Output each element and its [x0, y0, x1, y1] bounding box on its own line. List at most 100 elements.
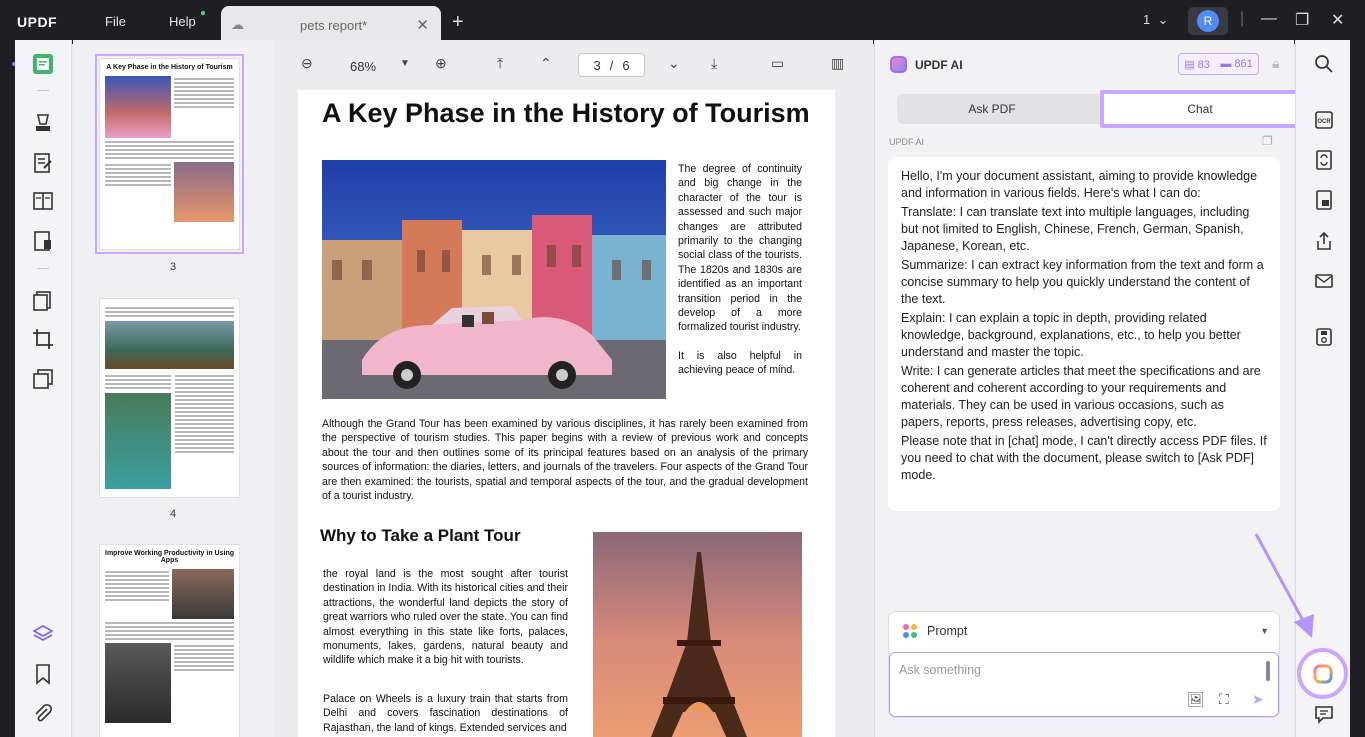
ai-message: Hello, I'm your document assistant, aimi… [888, 157, 1280, 511]
presentation-icon[interactable]: ▭ [771, 55, 784, 72]
organize-pages-icon[interactable] [32, 190, 54, 212]
havana-car-photo [322, 160, 666, 399]
thumbnail-label-4: 4 [169, 508, 177, 520]
share-icon[interactable] [1314, 231, 1334, 251]
attachment-icon[interactable] [32, 703, 54, 725]
document-toolbar: ⊖ 68% ▼ ⊕ ⤒ ⌃ 3/6 ⌄ ⤓ ▭ ▥ [273, 40, 873, 90]
first-page-icon[interactable]: ⤒ [497, 55, 503, 72]
ai-title: UPDF AI [915, 57, 963, 72]
separator [37, 90, 49, 91]
message-line: Explain: I can explain a topic in depth,… [901, 311, 1241, 359]
ai-mode-tabs: Ask PDF Chat [897, 90, 1300, 128]
screenshot-icon[interactable]: ⛶ [1219, 691, 1229, 708]
tab-title: pets report* [300, 17, 368, 33]
paragraph-main: Although the Grand Tour has been examine… [322, 418, 808, 503]
credits-badge[interactable]: ▤ 83 ▬ 861 [1178, 53, 1259, 75]
title-bar: UPDF File Help ☁ pets report* ✕ + 1 ⌄ R … [0, 0, 1365, 44]
pages-icon[interactable] [32, 290, 54, 312]
close-window-button[interactable]: ✕ [1331, 10, 1344, 30]
copy-icon[interactable]: ❐ [1262, 134, 1273, 148]
search-icon[interactable] [1314, 54, 1334, 74]
document-tab[interactable]: ☁ pets report* ✕ [221, 6, 441, 44]
chat-icon[interactable] [1314, 704, 1334, 724]
protect-icon[interactable] [1314, 190, 1334, 210]
document-viewer: ⊖ 68% ▼ ⊕ ⤒ ⌃ 3/6 ⌄ ⤓ ▭ ▥ A Key Phase in… [273, 40, 873, 737]
restore-button[interactable]: ❐ [1295, 10, 1309, 30]
tab-chat[interactable]: Chat [1100, 90, 1300, 128]
comment-icon[interactable] [32, 112, 54, 134]
zoom-level[interactable]: 68% [350, 59, 376, 74]
prompt-icon [903, 624, 917, 638]
pdf-credits: ▤ 83 [1184, 58, 1210, 71]
user-avatar[interactable]: R [1188, 7, 1228, 35]
convert-icon[interactable] [1314, 150, 1334, 170]
thumbnail-image [105, 76, 171, 138]
last-page-icon[interactable]: ⤓ [711, 55, 717, 72]
ocr-icon[interactable]: OCR [1314, 110, 1334, 130]
image-icon[interactable]: 🖼︎ [1187, 691, 1205, 708]
paragraph-left: the royal land is the most sought after … [323, 568, 568, 667]
thumbnail-image [172, 569, 234, 619]
zoom-dropdown-icon[interactable]: ▼ [400, 58, 410, 69]
prompt-selector[interactable]: Prompt ▼ [889, 612, 1279, 650]
next-page-icon[interactable]: ⌄ [668, 55, 680, 72]
ask-box: 🖼︎ ⛶ ➤ [889, 652, 1279, 717]
thumbnail-image [105, 393, 171, 489]
lock-icon[interactable]: 🔒︎ [1272, 55, 1279, 72]
previous-page-icon[interactable]: ⌃ [540, 55, 552, 72]
form-icon[interactable] [32, 230, 54, 252]
menu-help[interactable]: Help [169, 14, 196, 29]
thumbnail-title: A Key Phase in the History of Tourism [106, 64, 233, 71]
edit-pdf-icon[interactable] [32, 152, 54, 174]
message-line: Please note that in [chat] mode, I can't… [901, 434, 1267, 482]
tab-ask-pdf[interactable]: Ask PDF [897, 94, 1087, 124]
separator [37, 268, 49, 269]
bookmark-icon[interactable] [32, 663, 54, 685]
ai-header: UPDF AI [890, 56, 963, 73]
layers-icon[interactable] [32, 623, 54, 645]
thumbnail-page-3[interactable]: A Key Phase in the History of Tourism [95, 54, 244, 254]
email-icon[interactable] [1314, 271, 1334, 291]
crop-icon[interactable] [32, 328, 54, 350]
zoom-out-icon[interactable]: ⊖ [301, 55, 313, 72]
zoom-in-icon[interactable]: ⊕ [435, 55, 447, 72]
reader-icon[interactable] [32, 53, 54, 75]
thumbnail-image [105, 321, 234, 369]
notification-dot [201, 11, 205, 15]
minimize-button[interactable]: — [1261, 10, 1277, 28]
sender-label: UPDF AI [889, 137, 925, 147]
page-title: A Key Phase in the History of Tourism [322, 98, 810, 128]
message-line: Hello, I'm your document assistant, aimi… [901, 169, 1258, 200]
message-line: Write: I can generate articles that meet… [901, 364, 1261, 429]
thumbnail-page-5[interactable]: Improve Working Productivity in Using Ap… [99, 544, 240, 737]
page-layout-icon[interactable]: ▥ [831, 55, 844, 72]
app-logo: UPDF [17, 14, 58, 30]
divider: | [1240, 10, 1245, 27]
paragraph-right: The degree of continuity and big change … [678, 163, 802, 334]
thumbnail-title: Improve Working Productivity in Using Ap… [105, 550, 234, 564]
close-tab-icon[interactable]: ✕ [416, 16, 429, 34]
new-tab-button[interactable]: + [452, 11, 464, 34]
cloud-icon: ☁ [231, 17, 244, 32]
ai-panel: UPDF AI ▤ 83 ▬ 861 🔒︎ Ask PDF Chat UPDF … [874, 40, 1300, 737]
right-edge [1350, 40, 1365, 737]
scrollbar[interactable] [1266, 661, 1270, 681]
left-toolbar [15, 40, 72, 737]
left-edge [0, 40, 15, 737]
compress-icon[interactable] [32, 368, 54, 390]
ask-input[interactable] [899, 663, 1259, 677]
menu-file[interactable]: File [105, 14, 126, 29]
page-number-field[interactable]: 3/6 [578, 53, 645, 77]
send-icon[interactable]: ➤ [1252, 691, 1264, 708]
highlight-arrow [1254, 533, 1314, 638]
svg-text:OCR: OCR [1317, 119, 1331, 125]
prompt-label: Prompt [927, 624, 968, 638]
updf-ai-button[interactable] [1297, 648, 1348, 699]
thumbnail-image [105, 643, 171, 723]
window-count[interactable]: 1 ⌄ [1143, 12, 1168, 28]
message-line: Summarize: I can extract key information… [901, 258, 1264, 306]
thumbnail-page-4[interactable] [99, 298, 240, 498]
thumbnail-image [174, 162, 234, 222]
thumbnail-label: 3 [169, 261, 177, 273]
save-icon[interactable] [1314, 327, 1334, 347]
